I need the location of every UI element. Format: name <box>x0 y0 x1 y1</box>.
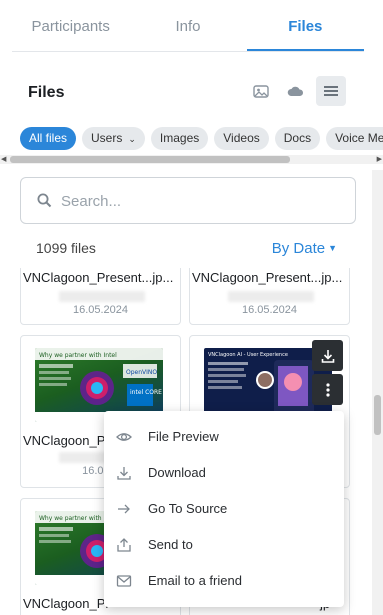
search-box <box>20 177 356 224</box>
caret-down-icon: ▼ <box>328 243 337 253</box>
page-title: Files <box>28 84 65 101</box>
slide-title: Why we partner with Intel <box>39 352 117 359</box>
scroll-left-icon[interactable]: ◀ <box>1 155 6 163</box>
menu-item-label: File Preview <box>148 429 219 444</box>
arrow-right-icon <box>118 504 130 514</box>
menu-item-label: Download <box>148 465 206 480</box>
menu-item-email-to-a-friend[interactable]: Email to a friend <box>104 563 344 599</box>
chip-users[interactable]: Users ⌄ <box>82 127 145 150</box>
download-icon <box>321 349 334 363</box>
menu-item-file-preview[interactable]: File Preview <box>104 419 344 455</box>
chip-videos[interactable]: Videos <box>214 127 269 150</box>
intel-core-label: intel CORE <box>130 389 162 396</box>
scroll-right-icon[interactable]: ▶ <box>377 155 382 163</box>
scrollbar-thumb[interactable] <box>10 156 290 163</box>
file-card[interactable]: VNClagoon_Present...jp... 16.05.2024 <box>20 268 181 325</box>
tab-info[interactable]: Info <box>129 0 246 51</box>
file-name: VNClagoon_Pr <box>23 433 110 448</box>
tab-files[interactable]: Files <box>246 0 364 51</box>
file-name: VNClagoon_Pr <box>23 596 110 611</box>
menu-item-label: Go To Source <box>148 501 228 516</box>
list-icon <box>324 86 338 96</box>
file-card[interactable]: VNClagoon_Present...jp... 16.05.2024 <box>189 268 350 325</box>
eye-icon <box>116 433 132 441</box>
search-input[interactable] <box>61 190 341 212</box>
file-count: 1099 files <box>36 240 96 256</box>
file-sender <box>59 291 145 302</box>
image-folder-icon <box>253 85 269 98</box>
cloud-view-button[interactable] <box>280 76 310 106</box>
sort-label: By Date <box>271 240 326 257</box>
list-view-button[interactable] <box>316 76 346 106</box>
chip-users-label: Users <box>91 131 123 145</box>
filter-chips: All files Users ⌄ ImagesVideosDocsVoice Mes… <box>20 127 383 151</box>
openvino-label: OpenVINO <box>126 369 157 376</box>
chevron-down-icon: ⌄ <box>128 134 136 144</box>
file-date: 16.05.2024 <box>241 304 298 316</box>
horizontal-scrollbar[interactable]: ◀ ▶ <box>0 155 383 164</box>
menu-item-send-to[interactable]: Send to <box>104 527 344 563</box>
file-date: 16.05.2024 <box>72 304 129 316</box>
mail-icon <box>116 575 132 587</box>
vertical-scrollbar[interactable] <box>372 170 383 615</box>
sort-dropdown[interactable]: By Date ▼ <box>272 240 337 257</box>
menu-item-download[interactable]: Download <box>104 455 344 491</box>
file-sender <box>228 291 314 302</box>
search-icon <box>37 193 52 208</box>
file-name: VNClagoon_Present...jp... <box>23 270 174 285</box>
tab-participants[interactable]: Participants <box>12 0 129 51</box>
gallery-view-button[interactable] <box>246 76 276 106</box>
scrollbar-thumb[interactable] <box>374 395 381 435</box>
chip-all-files[interactable]: All files <box>20 127 77 150</box>
chip-voice-messages[interactable]: Voice Mess <box>326 127 383 150</box>
menu-item-go-to-source[interactable]: Go To Source <box>104 491 344 527</box>
download-icon <box>117 467 131 480</box>
file-context-menu: File Preview Download Go To Source Send … <box>104 411 344 607</box>
slide-title: VNClagoon AI - User Experience <box>208 352 288 358</box>
more-options-button[interactable] <box>312 374 343 405</box>
file-name: VNClagoon_Present...jp... <box>192 270 343 285</box>
more-vertical-icon <box>325 382 330 397</box>
cloud-icon <box>287 86 303 96</box>
chip-images[interactable]: Images <box>150 127 209 150</box>
chip-docs[interactable]: Docs <box>274 127 321 150</box>
menu-item-label: Send to <box>148 537 193 552</box>
tab-bar: Participants Info Files <box>12 0 364 52</box>
menu-item-label: Email to a friend <box>148 573 242 588</box>
download-button[interactable] <box>312 340 343 371</box>
files-header: Files <box>28 76 352 106</box>
share-icon <box>117 538 131 552</box>
